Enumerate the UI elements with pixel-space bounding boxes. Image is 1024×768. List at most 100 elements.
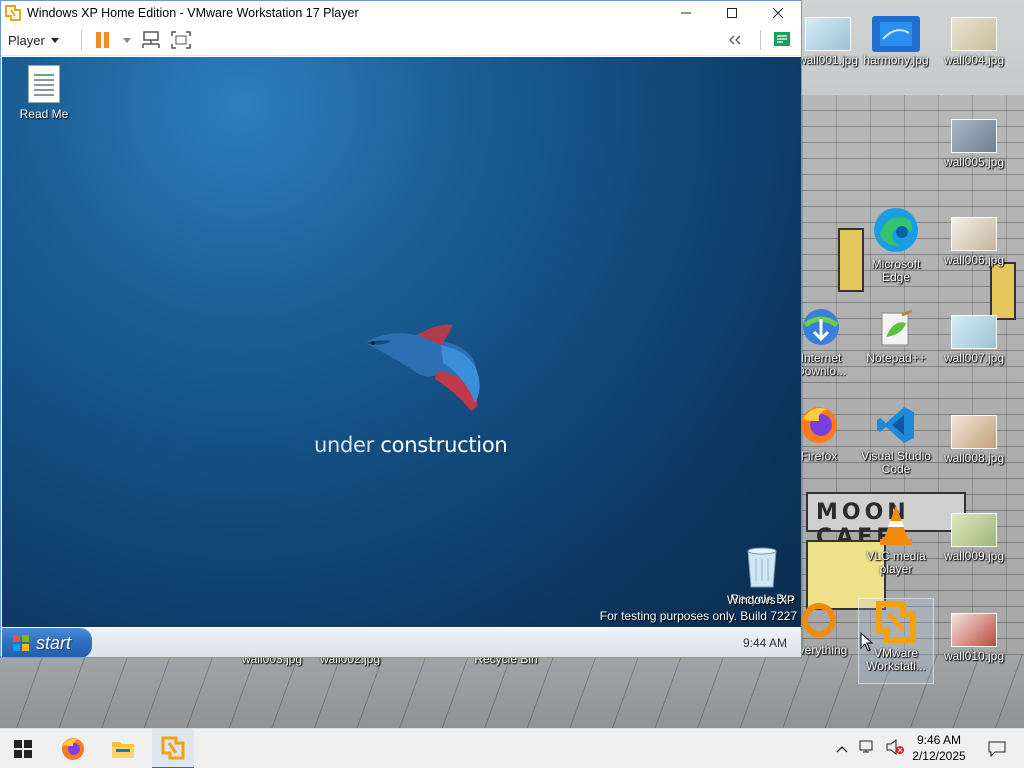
desktop-icon-label: wall007.jpg — [943, 351, 1005, 365]
notification-icon — [988, 741, 1006, 757]
image-file-icon — [950, 512, 998, 548]
clock-time: 9:46 AM — [916, 733, 962, 747]
volume-button[interactable] — [886, 738, 904, 760]
toolbar-divider — [80, 30, 82, 50]
player-menu-button[interactable]: Player — [8, 33, 59, 48]
wallpaper-caption: under construction — [314, 433, 508, 457]
power-options-dropdown[interactable] — [120, 28, 134, 52]
close-button[interactable] — [755, 1, 801, 25]
desktop-icon-wall006[interactable]: wall006.jpg — [936, 216, 1012, 267]
image-file-icon — [950, 118, 998, 154]
taskbar-file-explorer[interactable] — [102, 729, 144, 768]
folder-icon — [112, 742, 134, 758]
player-toolbar: Player — [1, 25, 801, 56]
guest-screen[interactable]: Read Me under construction Recycle Bin W… — [2, 57, 801, 657]
maximize-button[interactable] — [709, 1, 755, 25]
start-button[interactable] — [2, 729, 44, 768]
desktop-icon-label: VLC media — [866, 549, 926, 563]
minimize-button[interactable] — [663, 1, 709, 25]
firefox-icon — [62, 738, 84, 760]
message-log-button[interactable] — [769, 28, 795, 52]
speaker-muted-icon — [886, 738, 904, 755]
image-file-icon — [804, 16, 852, 52]
full-screen-button[interactable] — [168, 28, 194, 52]
windows-logo-icon — [13, 635, 29, 651]
taskbar-firefox[interactable] — [52, 729, 94, 768]
double-chevron-left-icon — [729, 35, 741, 45]
desktop-icon-label: wall006.jpg — [943, 253, 1005, 267]
chevron-up-icon — [836, 746, 848, 753]
desktop-icon-vlc[interactable]: VLC media player — [858, 502, 934, 576]
image-file-icon — [950, 314, 998, 350]
desktop-icon-notepadpp[interactable]: Notepad++ — [858, 308, 934, 365]
taskbar-vmware[interactable] — [152, 729, 194, 768]
chevron-down-icon — [50, 37, 59, 43]
image-file-icon — [872, 16, 920, 52]
vmware-icon — [5, 5, 21, 21]
action-center-button[interactable] — [976, 729, 1018, 768]
desktop-icon-label: wall009.jpg — [943, 549, 1005, 563]
vscode-icon — [872, 402, 920, 448]
desktop-icon-wall010[interactable]: wall010.jpg — [936, 612, 1012, 663]
globe-download-icon — [797, 304, 845, 350]
host-taskbar: 9:46 AM 2/12/2025 — [0, 728, 1024, 768]
window-title: Windows XP Home Edition - VMware Worksta… — [27, 6, 359, 20]
fullscreen-icon — [171, 31, 191, 49]
wallpaper-caption-word-1: under — [314, 433, 375, 457]
desktop-icon-wall008[interactable]: wall008.jpg — [936, 414, 1012, 465]
start-button[interactable]: start — [2, 628, 92, 657]
betta-fish-image — [365, 324, 480, 411]
desktop-icon-label: VMware — [873, 646, 918, 660]
desktop-icon-vscode[interactable]: Visual Studio Code — [858, 402, 934, 476]
os-watermark-build: For testing purposes only. Build 7227 — [599, 609, 797, 623]
desktop-icon-label: Read Me — [19, 107, 69, 121]
desktop-icon-label: player — [879, 562, 913, 576]
vmware-icon — [161, 736, 185, 760]
desktop-icon-wall005[interactable]: wall005.jpg — [936, 118, 1012, 169]
windows-logo-icon — [14, 740, 32, 758]
maximize-icon — [727, 8, 737, 18]
show-hidden-icons-button[interactable] — [836, 740, 848, 758]
desktop-icon-label: Edge — [881, 270, 911, 284]
player-menu-label: Player — [8, 32, 45, 48]
firefox-icon — [795, 402, 843, 448]
network-icon — [859, 740, 873, 752]
send-ctrl-alt-del-button[interactable] — [138, 28, 164, 52]
desktop-icon-edge[interactable]: Microsoft Edge — [858, 204, 934, 284]
desktop-icon-label: wall008.jpg — [943, 451, 1005, 465]
desktop-icon-wall007[interactable]: wall007.jpg — [936, 314, 1012, 365]
desktop-icon-label: wall005.jpg — [943, 155, 1005, 169]
image-file-icon — [950, 16, 998, 52]
vlc-cone-icon — [872, 502, 920, 548]
network-status-button[interactable] — [858, 739, 876, 760]
notepadpp-icon — [872, 308, 920, 350]
image-file-icon — [950, 216, 998, 252]
close-icon — [773, 8, 783, 18]
window-titlebar[interactable]: Windows XP Home Edition - VMware Worksta… — [1, 1, 801, 25]
desktop-icon-label: Microsoft — [871, 257, 921, 271]
collapse-toolbar-button[interactable] — [722, 28, 748, 52]
desktop-icon-label: wall001.jpg — [797, 53, 859, 67]
vmware-icon — [872, 599, 920, 645]
wallpaper-caption-word-2: construction — [380, 433, 508, 457]
desktop-icon-label: Downlo... — [795, 364, 847, 378]
everything-search-icon — [795, 602, 843, 642]
desktop-icon-label: wall004.jpg — [943, 53, 1005, 67]
image-file-icon — [950, 414, 998, 450]
desktop-icon-wall004[interactable]: wall004.jpg — [936, 16, 1012, 67]
desktop-icon-harmony[interactable]: harmony.jpg — [858, 16, 934, 67]
keyboard-network-icon — [142, 31, 160, 48]
desktop-icon-label: wall010.jpg — [943, 649, 1005, 663]
image-file-icon — [950, 612, 998, 648]
minimize-icon — [681, 12, 691, 14]
edge-icon — [872, 204, 920, 256]
taskbar-clock[interactable]: 9:46 AM 2/12/2025 — [904, 732, 974, 764]
desktop-icon-readme[interactable]: Read Me — [10, 65, 78, 121]
desktop-icon-label: Firefox — [800, 449, 838, 463]
system-tray — [836, 729, 904, 768]
guest-clock: 9:44 AM — [742, 636, 787, 650]
mouse-cursor-icon — [860, 632, 874, 652]
desktop-icon-label: Code — [881, 462, 911, 476]
pause-button[interactable] — [90, 28, 116, 52]
desktop-icon-wall009[interactable]: wall009.jpg — [936, 512, 1012, 563]
